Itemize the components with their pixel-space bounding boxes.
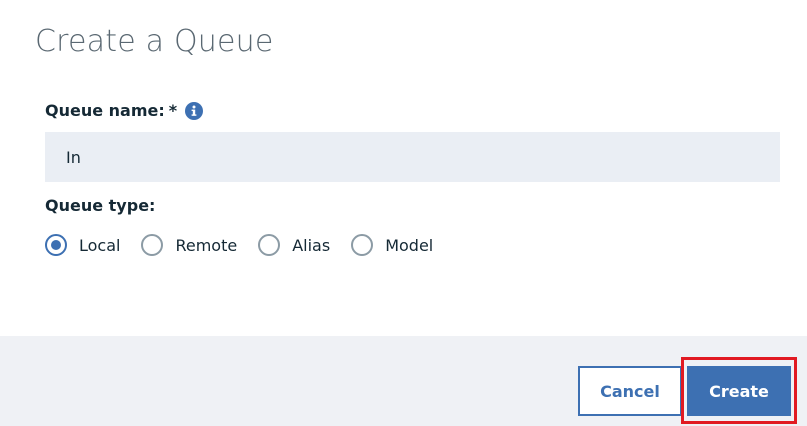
queue-name-input[interactable] — [45, 132, 780, 182]
info-icon[interactable] — [185, 101, 204, 120]
radio-unchecked-icon[interactable] — [351, 234, 374, 256]
radio-label-local: Local — [79, 235, 121, 255]
radio-local[interactable]: Local — [45, 234, 120, 256]
queue-type-radio-group: Local Remote Alias Model — [45, 233, 454, 257]
required-marker: * — [168, 101, 178, 120]
radio-alias[interactable]: Alias — [258, 234, 330, 256]
radio-model[interactable]: Model — [351, 234, 433, 256]
radio-unchecked-icon[interactable] — [141, 234, 164, 256]
radio-label-model: Model — [385, 235, 434, 255]
queue-type-label: Queue type: — [45, 196, 156, 215]
create-button[interactable]: Create — [687, 366, 791, 416]
dialog-title: Create a Queue — [35, 24, 274, 59]
queue-name-label-text: Queue name: — [45, 101, 165, 120]
radio-unchecked-icon[interactable] — [258, 234, 281, 256]
queue-name-label: Queue name: * — [45, 101, 204, 120]
radio-remote[interactable]: Remote — [141, 234, 237, 256]
dialog-footer: Cancel Create — [0, 336, 807, 426]
radio-label-alias: Alias — [292, 235, 331, 255]
create-queue-dialog: Create a Queue Queue name: * Queue type:… — [0, 0, 807, 426]
radio-label-remote: Remote — [175, 235, 238, 255]
cancel-button[interactable]: Cancel — [578, 366, 682, 416]
radio-checked-icon[interactable] — [45, 234, 67, 256]
